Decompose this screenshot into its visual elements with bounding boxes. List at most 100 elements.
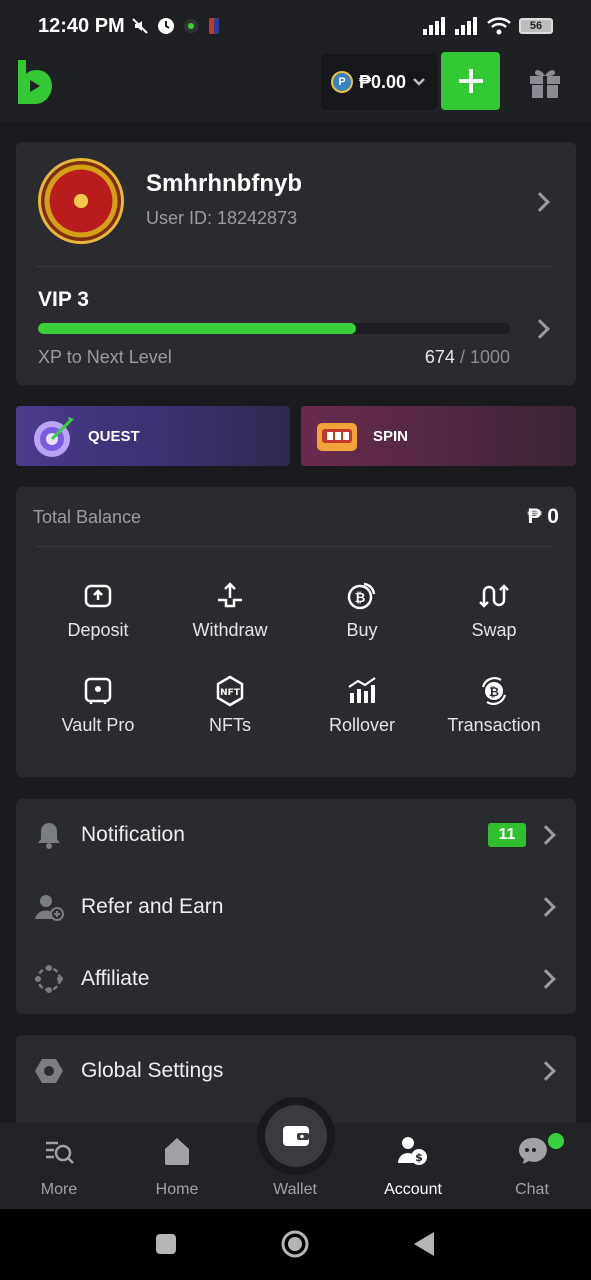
menu-item-notification[interactable]: Notification 11 xyxy=(16,799,576,871)
status-right: 56 xyxy=(423,17,553,35)
wallet-fab-inner xyxy=(265,1105,327,1167)
gift-icon[interactable] xyxy=(527,64,563,100)
nft-icon: NFT xyxy=(216,675,244,707)
transaction-button[interactable]: ₿ Transaction xyxy=(428,675,560,736)
xp-progress-bar xyxy=(38,323,510,334)
top-header: P ₱0.00 xyxy=(0,52,591,122)
system-navigation-bar xyxy=(0,1209,591,1280)
deposit-plus-button[interactable] xyxy=(441,52,500,110)
wallet-actions: Deposit Withdraw ₿ Buy Swap Vault Pro NF… xyxy=(32,580,560,736)
settings-hex-icon xyxy=(35,1059,63,1083)
home-circle-icon[interactable] xyxy=(280,1229,310,1259)
quest-banner[interactable]: QUEST xyxy=(16,406,290,466)
app-notification-icon xyxy=(183,19,198,33)
slot-machine-icon xyxy=(317,423,357,451)
battery-indicator: 56 xyxy=(519,18,553,34)
clock-icon xyxy=(157,18,174,34)
total-balance-label: Total Balance xyxy=(33,507,142,527)
action-label: NFTs xyxy=(209,715,251,735)
vip-chevron-right-icon[interactable] xyxy=(530,319,550,339)
xp-values: 674 / 1000 xyxy=(425,347,510,368)
status-notification-icons xyxy=(131,17,221,35)
withdraw-button[interactable]: Withdraw xyxy=(164,580,296,641)
swap-icon xyxy=(479,584,509,608)
divider xyxy=(36,546,554,547)
avatar[interactable] xyxy=(38,158,124,244)
menu-label: Global Settings xyxy=(81,1059,224,1082)
vault-icon xyxy=(84,677,112,704)
wallet-fab[interactable] xyxy=(257,1097,335,1175)
more-search-icon xyxy=(46,1141,74,1164)
profile-chevron-right-icon[interactable] xyxy=(530,192,550,212)
xp-current: 674 xyxy=(424,347,455,367)
chevron-down-icon xyxy=(413,78,425,86)
plus-icon xyxy=(458,69,483,93)
buy-button[interactable]: ₿ Buy xyxy=(296,580,428,641)
deposit-icon xyxy=(84,584,112,608)
chat-icon xyxy=(519,1137,547,1164)
mute-icon xyxy=(132,18,148,34)
status-bar: 12:40 PM 56 xyxy=(0,0,591,52)
chevron-right-icon xyxy=(536,897,556,917)
action-label: Withdraw xyxy=(192,620,268,640)
transaction-icon: ₿ xyxy=(481,677,507,705)
menu-item-affiliate[interactable]: Affiliate xyxy=(16,943,576,1015)
app-logo-icon[interactable] xyxy=(14,58,54,106)
xp-label: XP to Next Level xyxy=(38,347,172,367)
total-balance-value: ₱ 0 xyxy=(527,505,559,528)
chat-online-dot xyxy=(548,1133,564,1149)
home-icon xyxy=(165,1138,189,1165)
profile-card: Smhrhnbfnyb User ID: 18242873 VIP 3 XP t… xyxy=(16,142,576,385)
recents-square-icon[interactable] xyxy=(155,1233,177,1255)
signal-2-icon xyxy=(455,17,477,35)
menu-item-refer-and-earn[interactable]: Refer and Earn xyxy=(16,871,576,943)
tab-label: Chat xyxy=(515,1181,549,1198)
nba-icon xyxy=(208,18,219,34)
username: Smhrhnbfnyb xyxy=(146,170,302,197)
tab-chat[interactable]: Chat xyxy=(473,1123,591,1209)
quest-target-icon xyxy=(34,417,74,457)
balance-selector[interactable]: P ₱0.00 xyxy=(321,54,438,110)
swap-button[interactable]: Swap xyxy=(428,580,560,641)
withdraw-icon xyxy=(218,582,242,608)
back-triangle-icon[interactable] xyxy=(412,1231,436,1257)
svg-text:₿: ₿ xyxy=(489,685,499,699)
svg-text:NFT: NFT xyxy=(220,688,241,698)
action-label: Swap xyxy=(471,620,517,640)
refer-user-icon xyxy=(35,895,64,921)
currency-coin-icon: P xyxy=(331,71,353,93)
chevron-right-icon xyxy=(536,825,556,845)
status-time: 12:40 PM xyxy=(38,14,125,37)
wifi-icon xyxy=(487,17,511,35)
action-label: Buy xyxy=(346,620,378,640)
quest-label: QUEST xyxy=(88,427,140,445)
tab-label: Home xyxy=(155,1181,199,1198)
tab-account[interactable]: $ Account xyxy=(354,1123,472,1209)
xp-progress-fill xyxy=(38,323,357,334)
nfts-button[interactable]: NFT NFTs xyxy=(164,675,296,736)
deposit-button[interactable]: Deposit xyxy=(32,580,164,641)
menu-label: Affiliate xyxy=(81,967,150,990)
chevron-right-icon xyxy=(536,1061,556,1081)
tab-label: Account xyxy=(384,1181,442,1198)
spin-banner[interactable]: SPIN xyxy=(301,406,576,466)
tab-home[interactable]: Home xyxy=(118,1123,236,1209)
wallet-icon xyxy=(283,1126,309,1146)
notification-count-badge: 11 xyxy=(488,823,526,847)
rollover-button[interactable]: Rollover xyxy=(296,675,428,736)
menu-label: Notification xyxy=(81,823,185,846)
action-label: Deposit xyxy=(67,620,129,640)
tab-label: Wallet xyxy=(273,1181,317,1198)
xp-max: / 1000 xyxy=(454,347,510,367)
chevron-right-icon xyxy=(536,969,556,989)
user-id: User ID: 18242873 xyxy=(146,208,298,228)
vault-pro-button[interactable]: Vault Pro xyxy=(32,675,164,736)
tab-more[interactable]: More xyxy=(0,1123,118,1209)
svg-text:$: $ xyxy=(415,1151,423,1164)
svg-text:₿: ₿ xyxy=(355,591,366,606)
action-label: Vault Pro xyxy=(61,715,135,735)
bell-icon xyxy=(38,823,60,849)
vip-level: VIP 3 xyxy=(38,288,89,311)
divider xyxy=(36,266,554,267)
tab-label: More xyxy=(40,1181,78,1198)
